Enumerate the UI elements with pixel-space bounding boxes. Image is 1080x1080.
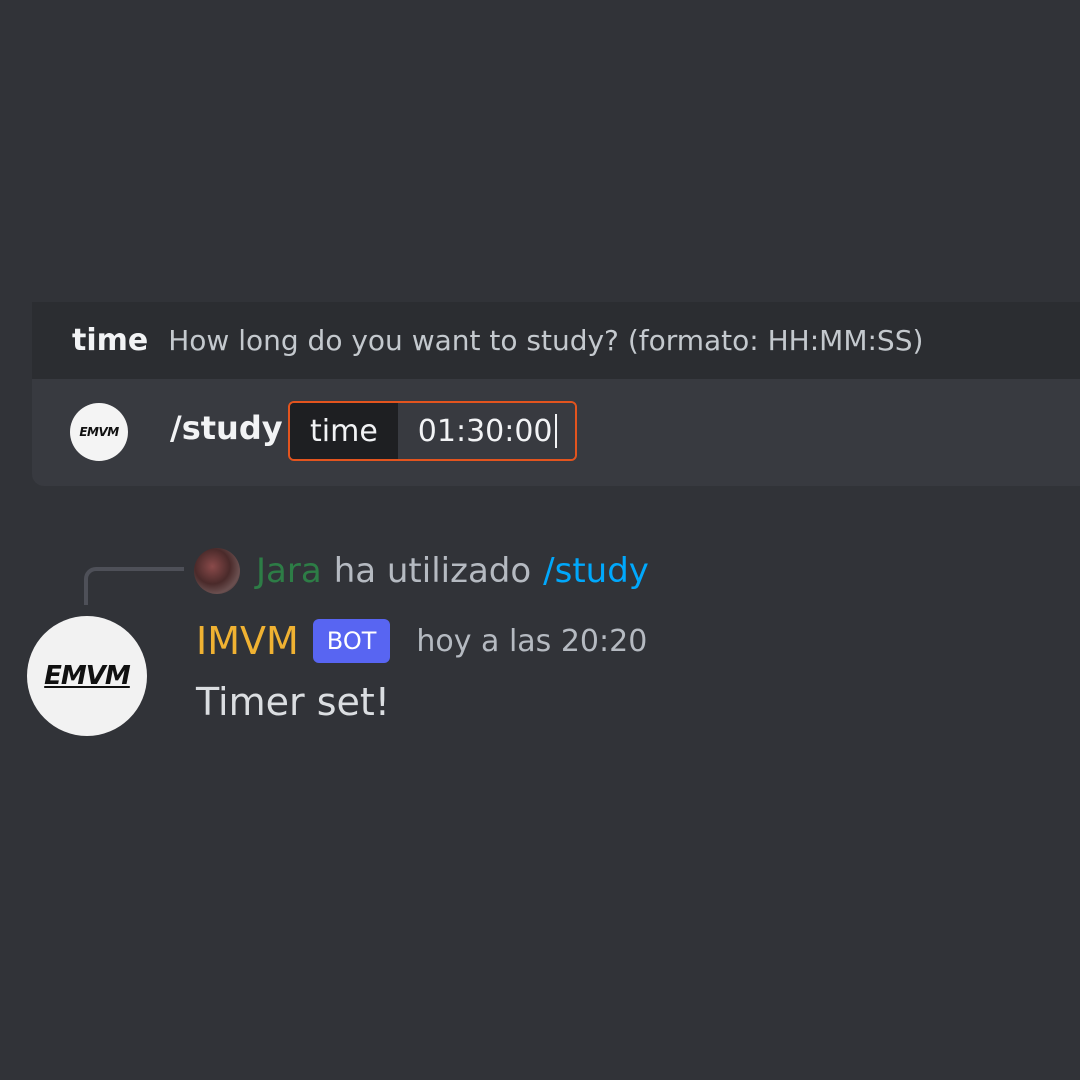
message-input-bar[interactable]: EMVM /study time 01:30:00 [32,379,1080,486]
option-hint-description: How long do you want to study? (formato:… [168,324,924,357]
slash-command-name: /study [170,409,283,447]
bot-logo: EMVM [79,425,119,439]
command-option-field[interactable]: time 01:30:00 [288,401,577,461]
message-header: IMVM BOT hoy a las 20:20 [196,614,647,668]
reply-text: ha utilizado [333,551,532,591]
bot-badge: BOT [312,619,391,663]
option-hint-name: time [72,323,149,358]
chat-view: time How long do you want to study? (for… [0,0,1080,1080]
option-field-value-input[interactable]: 01:30:00 [397,403,575,459]
user-avatar-icon[interactable] [194,548,240,594]
author-avatar[interactable]: EMVM [27,616,147,736]
reply-command-link[interactable]: /study [543,551,649,591]
interaction-reference[interactable]: Jara ha utilizado /study [194,546,649,596]
reply-username[interactable]: Jara [256,551,322,591]
option-field-value: 01:30:00 [417,413,553,449]
option-field-label: time [290,403,398,459]
message-timestamp[interactable]: hoy a las 20:20 [416,624,647,659]
author-logo: EMVM [44,661,131,691]
message-content: Timer set! [196,680,391,724]
text-caret [554,414,557,448]
reply-connector [84,567,184,605]
author-name[interactable]: IMVM [196,619,299,663]
bot-avatar-icon: EMVM [70,403,128,461]
command-option-hint[interactable]: time How long do you want to study? (for… [32,302,1080,379]
